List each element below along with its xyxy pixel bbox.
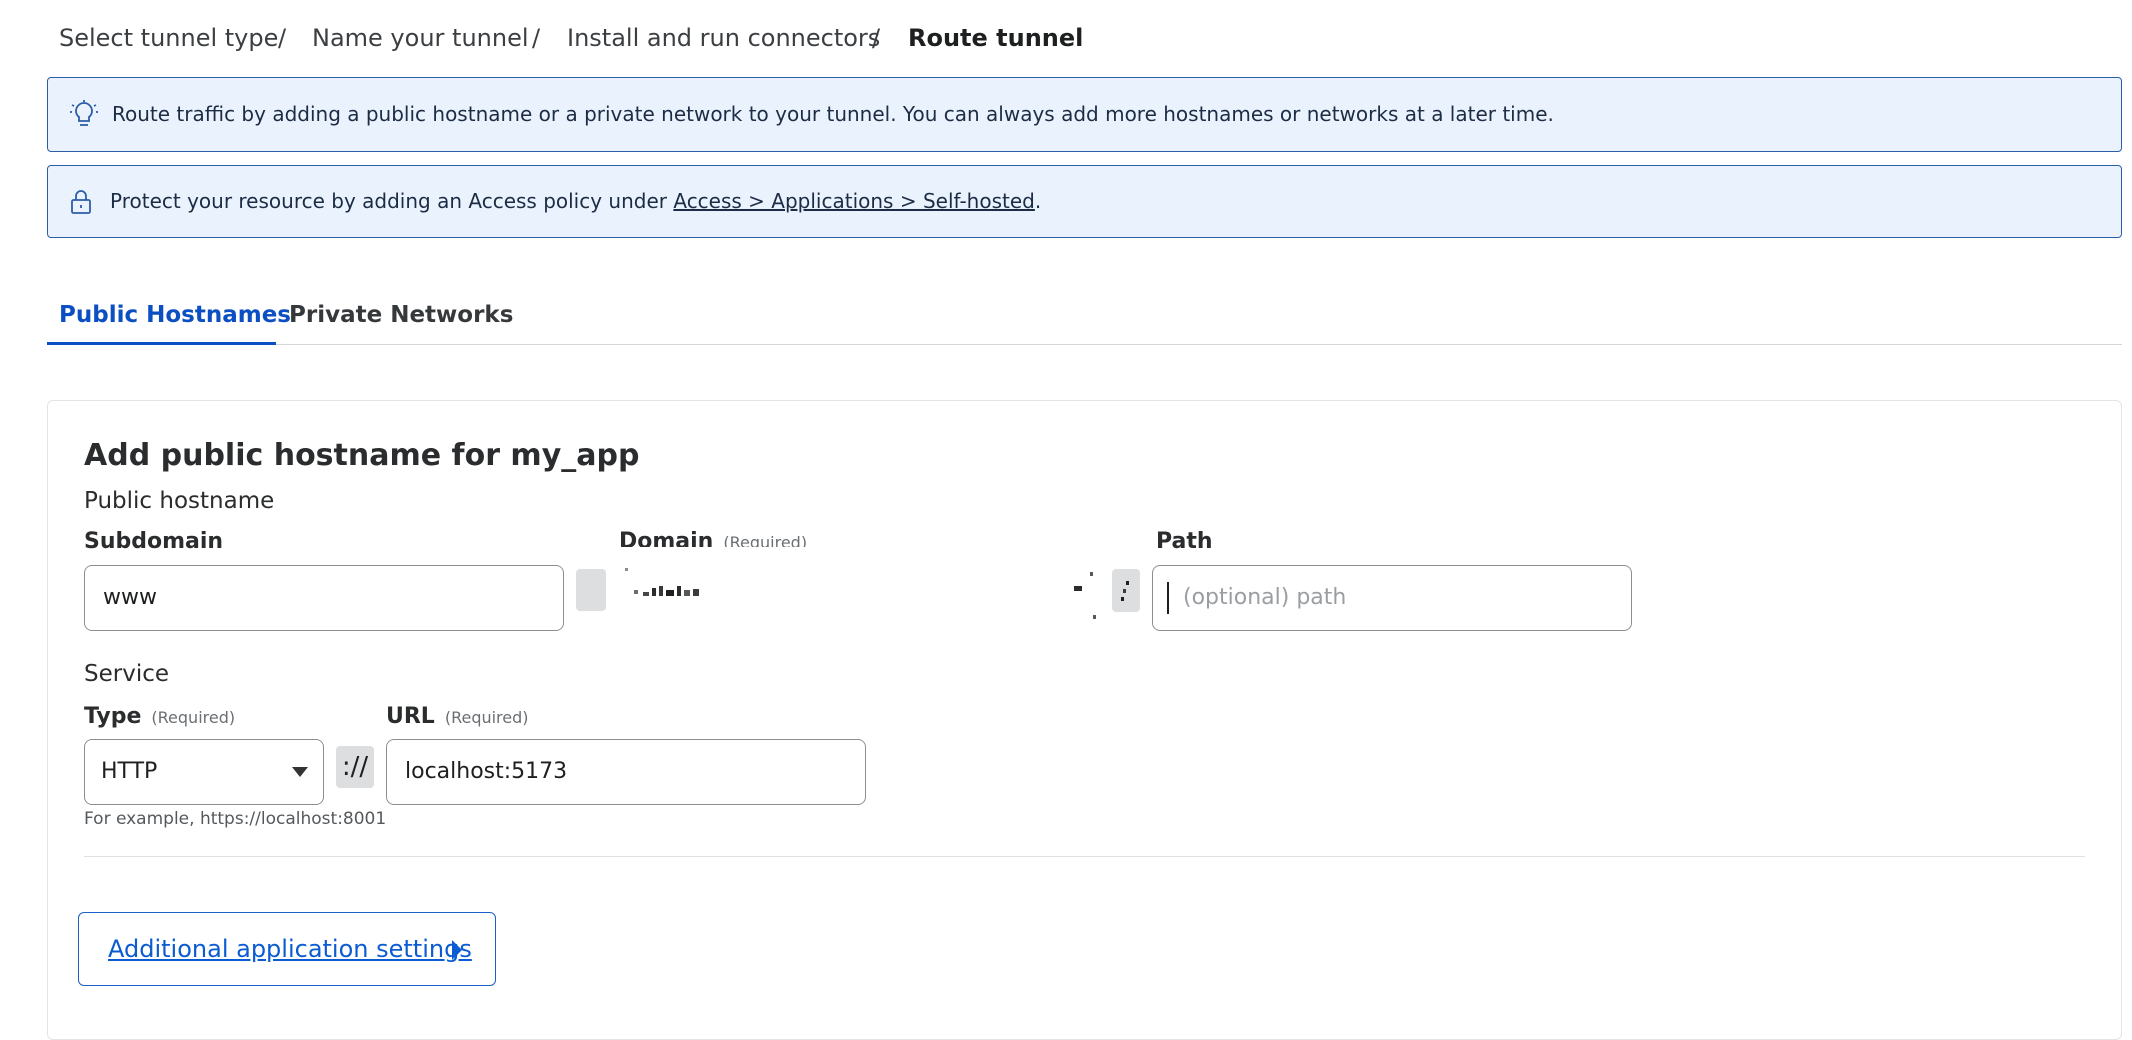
breadcrumb-step-route-tunnel: Route tunnel xyxy=(908,24,1084,52)
tab-public-hostnames[interactable]: Public Hostnames xyxy=(59,302,291,328)
tab-private-networks[interactable]: Private Networks xyxy=(289,302,513,328)
lock-icon xyxy=(70,189,92,220)
path-label: Path xyxy=(1156,529,1213,554)
breadcrumb-step-install-connectors[interactable]: Install and run connectors xyxy=(567,24,880,52)
service-type-select[interactable]: HTTP xyxy=(84,739,324,805)
text-cursor xyxy=(1167,582,1169,614)
domain-required-tag: (Required) xyxy=(723,533,808,547)
chevron-down-icon xyxy=(292,767,308,777)
subdomain-input[interactable]: www xyxy=(84,565,564,631)
path-placeholder: (optional) path xyxy=(1183,585,1347,610)
subdomain-dot-separator xyxy=(576,569,606,611)
protect-info-banner: Protect your resource by adding an Acces… xyxy=(47,165,2122,238)
form-title: Add public hostname for my_app xyxy=(84,438,640,473)
breadcrumb-step-select-type[interactable]: Select tunnel type xyxy=(59,24,278,52)
lightbulb-icon xyxy=(70,100,98,135)
domain-label: Domain (Required) xyxy=(619,529,807,547)
url-required-tag: (Required) xyxy=(444,708,529,727)
path-input[interactable]: (optional) path xyxy=(1152,565,1632,631)
protect-info-period: . xyxy=(1034,189,1042,213)
subdomain-label: Subdomain xyxy=(84,529,224,554)
breadcrumb-separator: / xyxy=(872,24,881,52)
chevron-right-icon xyxy=(452,940,462,960)
scheme-separator: :// xyxy=(336,746,374,788)
type-required-tag: (Required) xyxy=(151,708,236,727)
service-label: Service xyxy=(84,661,170,687)
breadcrumb-separator: / xyxy=(532,24,541,52)
service-type-value: HTTP xyxy=(101,759,158,784)
service-url-hint: For example, https://localhost:8001 xyxy=(84,809,387,829)
public-hostname-label: Public hostname xyxy=(84,488,275,514)
route-info-text: Route traffic by adding a public hostnam… xyxy=(112,102,1554,126)
domain-select[interactable] xyxy=(619,560,1099,630)
additional-application-settings-button[interactable]: Additional application settings xyxy=(78,912,496,986)
additional-settings-label: Additional application settings xyxy=(108,935,472,963)
service-url-input[interactable]: localhost:5173 xyxy=(386,739,866,805)
url-label: URL (Required) xyxy=(386,704,529,729)
domain-path-separator xyxy=(1112,569,1140,612)
form-divider xyxy=(84,856,2085,857)
route-info-banner: Route traffic by adding a public hostnam… xyxy=(47,77,2122,152)
breadcrumb-step-name-tunnel[interactable]: Name your tunnel xyxy=(312,24,529,52)
redacted-domain-value xyxy=(625,568,1096,619)
access-applications-link[interactable]: Access > Applications > Self-hosted xyxy=(673,189,1034,213)
protect-info-text: Protect your resource by adding an Acces… xyxy=(110,189,674,213)
breadcrumb-separator: / xyxy=(278,24,287,52)
tabs-divider xyxy=(47,344,2122,345)
active-tab-indicator xyxy=(47,342,276,345)
type-label: Type (Required) xyxy=(84,704,236,729)
